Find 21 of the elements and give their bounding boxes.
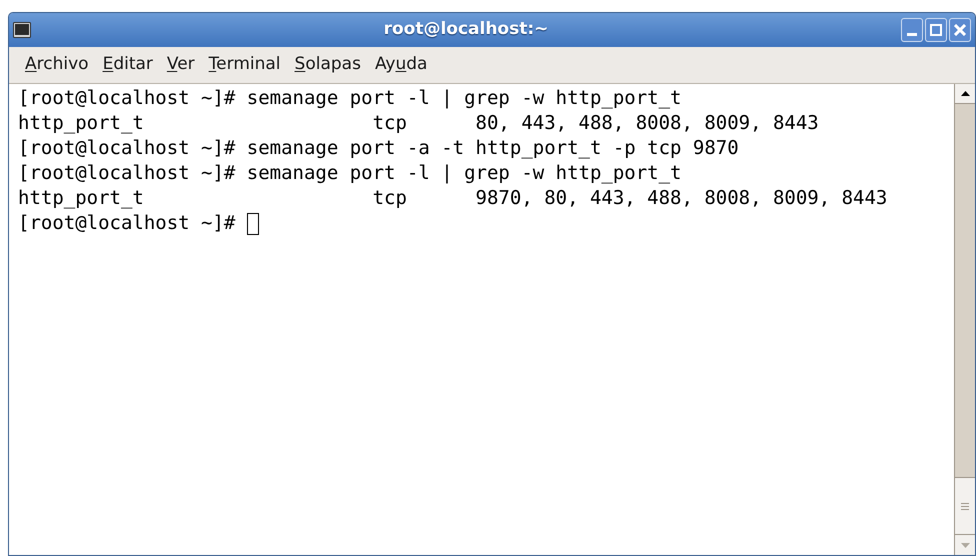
close-icon	[954, 24, 966, 36]
grip-icon	[961, 502, 969, 510]
menu-item[interactable]: Ayuda	[368, 50, 434, 80]
window-title: root@localhost:~	[382, 18, 550, 42]
scroll-up-button[interactable]	[955, 84, 975, 104]
up-arrow-icon	[960, 91, 970, 96]
scrollbar[interactable]	[954, 84, 975, 555]
minimize-icon	[907, 33, 917, 36]
close-button[interactable]	[949, 18, 971, 42]
scroll-thumb[interactable]	[955, 477, 975, 535]
scroll-down-button[interactable]	[955, 535, 975, 555]
terminal-icon[interactable]	[13, 22, 31, 38]
maximize-button[interactable]	[925, 18, 947, 42]
menu-item[interactable]: Solapas	[288, 50, 367, 80]
menu-item[interactable]: Editar	[96, 50, 159, 80]
menu-item[interactable]: Ver	[160, 50, 201, 80]
down-arrow-icon	[960, 542, 970, 548]
maximize-icon	[930, 24, 942, 36]
minimize-button[interactable]	[901, 18, 923, 42]
menu-item[interactable]: Archivo	[19, 50, 95, 80]
menu-item[interactable]: Terminal	[202, 50, 287, 80]
